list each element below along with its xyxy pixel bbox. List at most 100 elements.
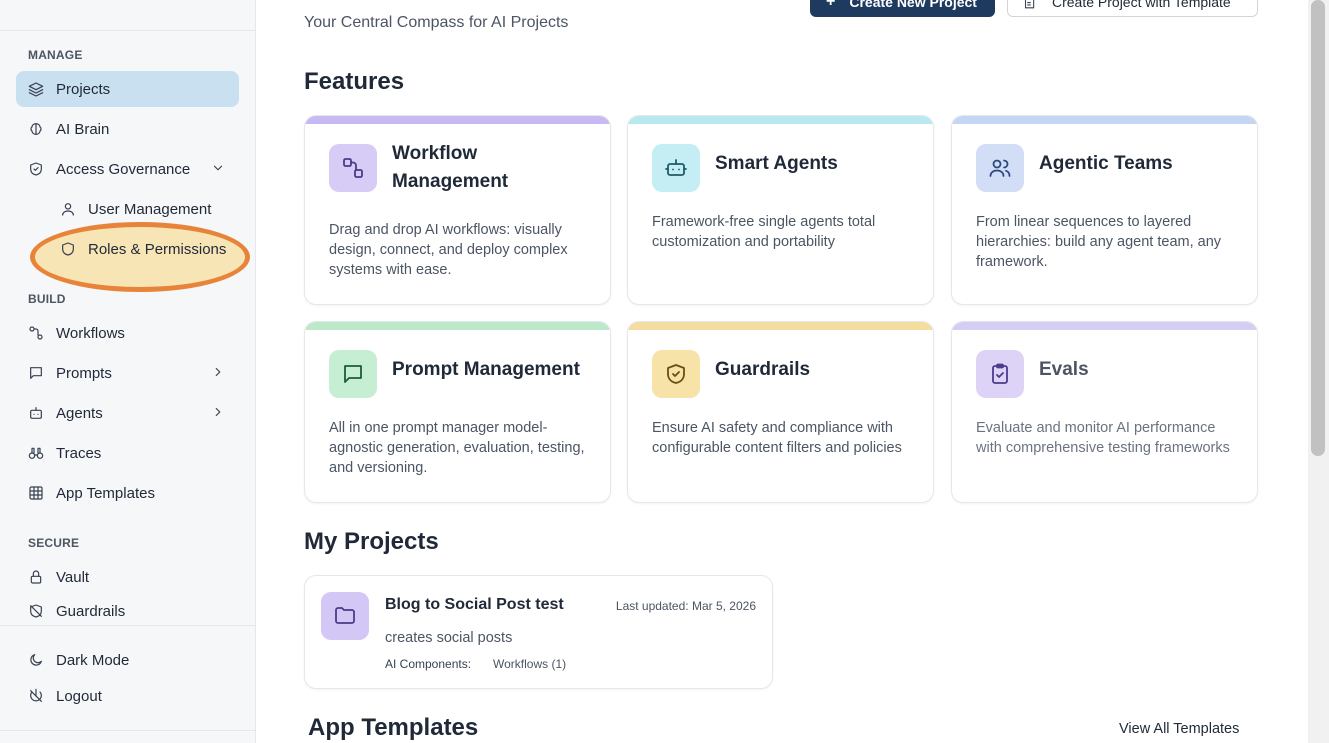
sidebar-item-label: App Templates: [56, 484, 155, 502]
card-accent-bar: [628, 322, 933, 330]
brain-icon: [28, 121, 44, 137]
document-icon: [1022, 0, 1036, 9]
shield-icon: [60, 241, 76, 257]
feature-card-workflow-management[interactable]: Workflow Management Drag and drop AI wor…: [304, 115, 611, 305]
shield-check-icon: [652, 350, 700, 398]
sidebar-item-roles-permissions[interactable]: Roles & Permissions: [44, 231, 239, 267]
sidebar-item-label: Guardrails: [56, 602, 126, 620]
page-subtitle: Your Central Compass for AI Projects: [304, 14, 569, 31]
sidebar-item-label: Workflows: [56, 324, 125, 342]
sidebar-item-label: Prompts: [56, 364, 112, 382]
shield-check-icon: [28, 161, 44, 177]
logout-button[interactable]: Logout: [16, 678, 239, 714]
project-components-label: AI Components:: [385, 657, 472, 671]
workflow-icon: [329, 144, 377, 192]
card-title: Guardrails: [715, 359, 811, 380]
card-description: Drag and drop AI workflows: visually des…: [329, 222, 568, 278]
sidebar-item-ai-brain[interactable]: AI Brain: [16, 111, 239, 147]
workflow-icon: [28, 325, 44, 341]
binoculars-icon: [28, 445, 44, 461]
chevron-right-icon[interactable]: [211, 405, 225, 419]
create-project-template-button[interactable]: Create Project with Template: [1007, 0, 1258, 17]
create-new-project-label: Create New Project: [849, 0, 977, 10]
card-accent-bar: [305, 116, 610, 124]
project-card[interactable]: Blog to Social Post test Last updated: M…: [304, 575, 773, 689]
card-description: Ensure AI safety and compliance with con…: [652, 420, 902, 456]
folder-icon: [321, 592, 369, 640]
create-new-project-button[interactable]: + Create New Project: [810, 0, 995, 17]
message-icon: [28, 365, 44, 381]
feature-card-agentic-teams[interactable]: Agentic Teams From linear sequences to l…: [951, 115, 1258, 305]
sidebar-item-workflows[interactable]: Workflows: [16, 315, 239, 351]
sidebar-item-label: Logout: [56, 687, 102, 705]
section-label-build: BUILD: [28, 292, 66, 306]
sidebar-item-agents[interactable]: Agents: [16, 395, 239, 431]
plus-icon: +: [826, 0, 836, 10]
moon-icon: [28, 652, 44, 668]
sidebar-item-label: Traces: [56, 444, 102, 462]
create-project-template-label: Create Project with Template: [1052, 0, 1231, 10]
sidebar-item-traces[interactable]: Traces: [16, 435, 239, 471]
card-title: Workflow Management: [392, 143, 509, 192]
logout-icon: [28, 688, 44, 704]
card-description: From linear sequences to layered hierarc…: [976, 214, 1222, 270]
card-title: Smart Agents: [715, 153, 838, 174]
sidebar-bottom-divider: [0, 625, 255, 626]
sidebar-item-vault[interactable]: Vault: [16, 559, 239, 595]
grid-icon: [28, 485, 44, 501]
clipboard-check-icon: [976, 350, 1024, 398]
sidebar-item-guardrails[interactable]: Guardrails: [16, 599, 239, 623]
card-accent-bar: [628, 116, 933, 124]
project-description: creates social posts: [385, 630, 513, 646]
project-updated-date: Last updated: Mar 5, 2026: [615, 599, 756, 613]
feature-card-evals[interactable]: Evals Evaluate and monitor AI performanc…: [951, 321, 1258, 503]
card-title: Evals: [1039, 359, 1089, 380]
scrollbar-thumb[interactable]: [1311, 0, 1325, 456]
users-icon: [976, 144, 1024, 192]
card-accent-bar: [305, 322, 610, 330]
sidebar-item-label: Vault: [56, 568, 90, 586]
sidebar-item-label: User Management: [88, 200, 212, 218]
user-icon: [60, 201, 76, 217]
sidebar-item-projects[interactable]: Projects: [16, 71, 239, 107]
card-accent-bar: [952, 322, 1257, 330]
dark-mode-toggle[interactable]: Dark Mode: [16, 642, 239, 678]
card-accent-bar: [952, 116, 1257, 124]
feature-card-smart-agents[interactable]: Smart Agents Framework-free single agent…: [627, 115, 934, 305]
sidebar-item-prompts[interactable]: Prompts: [16, 355, 239, 391]
sidebar-item-label: Dark Mode: [56, 651, 130, 669]
card-description: Evaluate and monitor AI performance with…: [976, 420, 1230, 456]
sidebar-item-app-templates[interactable]: App Templates: [16, 475, 239, 511]
project-title: Blog to Social Post test: [385, 596, 564, 613]
sidebar-item-label: Access Governance: [56, 160, 191, 178]
message-icon: [329, 350, 377, 398]
feature-card-guardrails[interactable]: Guardrails Ensure AI safety and complian…: [627, 321, 934, 503]
app-templates-heading: App Templates: [308, 714, 479, 741]
sidebar-item-label: Projects: [56, 80, 111, 98]
sidebar-item-access-governance[interactable]: Access Governance: [16, 151, 239, 187]
chevron-right-icon[interactable]: [211, 365, 225, 379]
sidebar-top-divider: [0, 30, 255, 31]
sidebar-item-label: Agents: [56, 404, 103, 422]
features-heading: Features: [304, 68, 405, 95]
card-description: Framework-free single agents total custo…: [652, 214, 876, 250]
lock-icon: [28, 569, 44, 585]
section-label-secure: SECURE: [28, 536, 80, 550]
card-description: All in one prompt manager model-agnostic…: [329, 420, 585, 476]
view-all-templates-link[interactable]: View All Templates: [1119, 721, 1239, 737]
sidebar-item-label: AI Brain: [56, 120, 110, 138]
layers-icon: [28, 81, 44, 97]
sidebar-footer-divider: [0, 730, 255, 731]
main-content: Your Central Compass for AI Projects + C…: [256, 0, 1308, 743]
project-components-value: Workflows (1): [493, 657, 567, 671]
shield-off-icon: [28, 603, 44, 619]
feature-card-prompt-management[interactable]: Prompt Management All in one prompt mana…: [304, 321, 611, 503]
section-label-manage: MANAGE: [28, 48, 83, 62]
card-title: Agentic Teams: [1039, 153, 1173, 174]
bot-icon: [28, 405, 44, 421]
card-title: Prompt Management: [392, 359, 580, 380]
sidebar-item-label: Roles & Permissions: [88, 240, 227, 258]
sidebar: MANAGE Projects AI Brain Access Governan…: [0, 0, 256, 743]
chevron-down-icon[interactable]: [211, 161, 225, 175]
my-projects-heading: My Projects: [304, 528, 439, 555]
